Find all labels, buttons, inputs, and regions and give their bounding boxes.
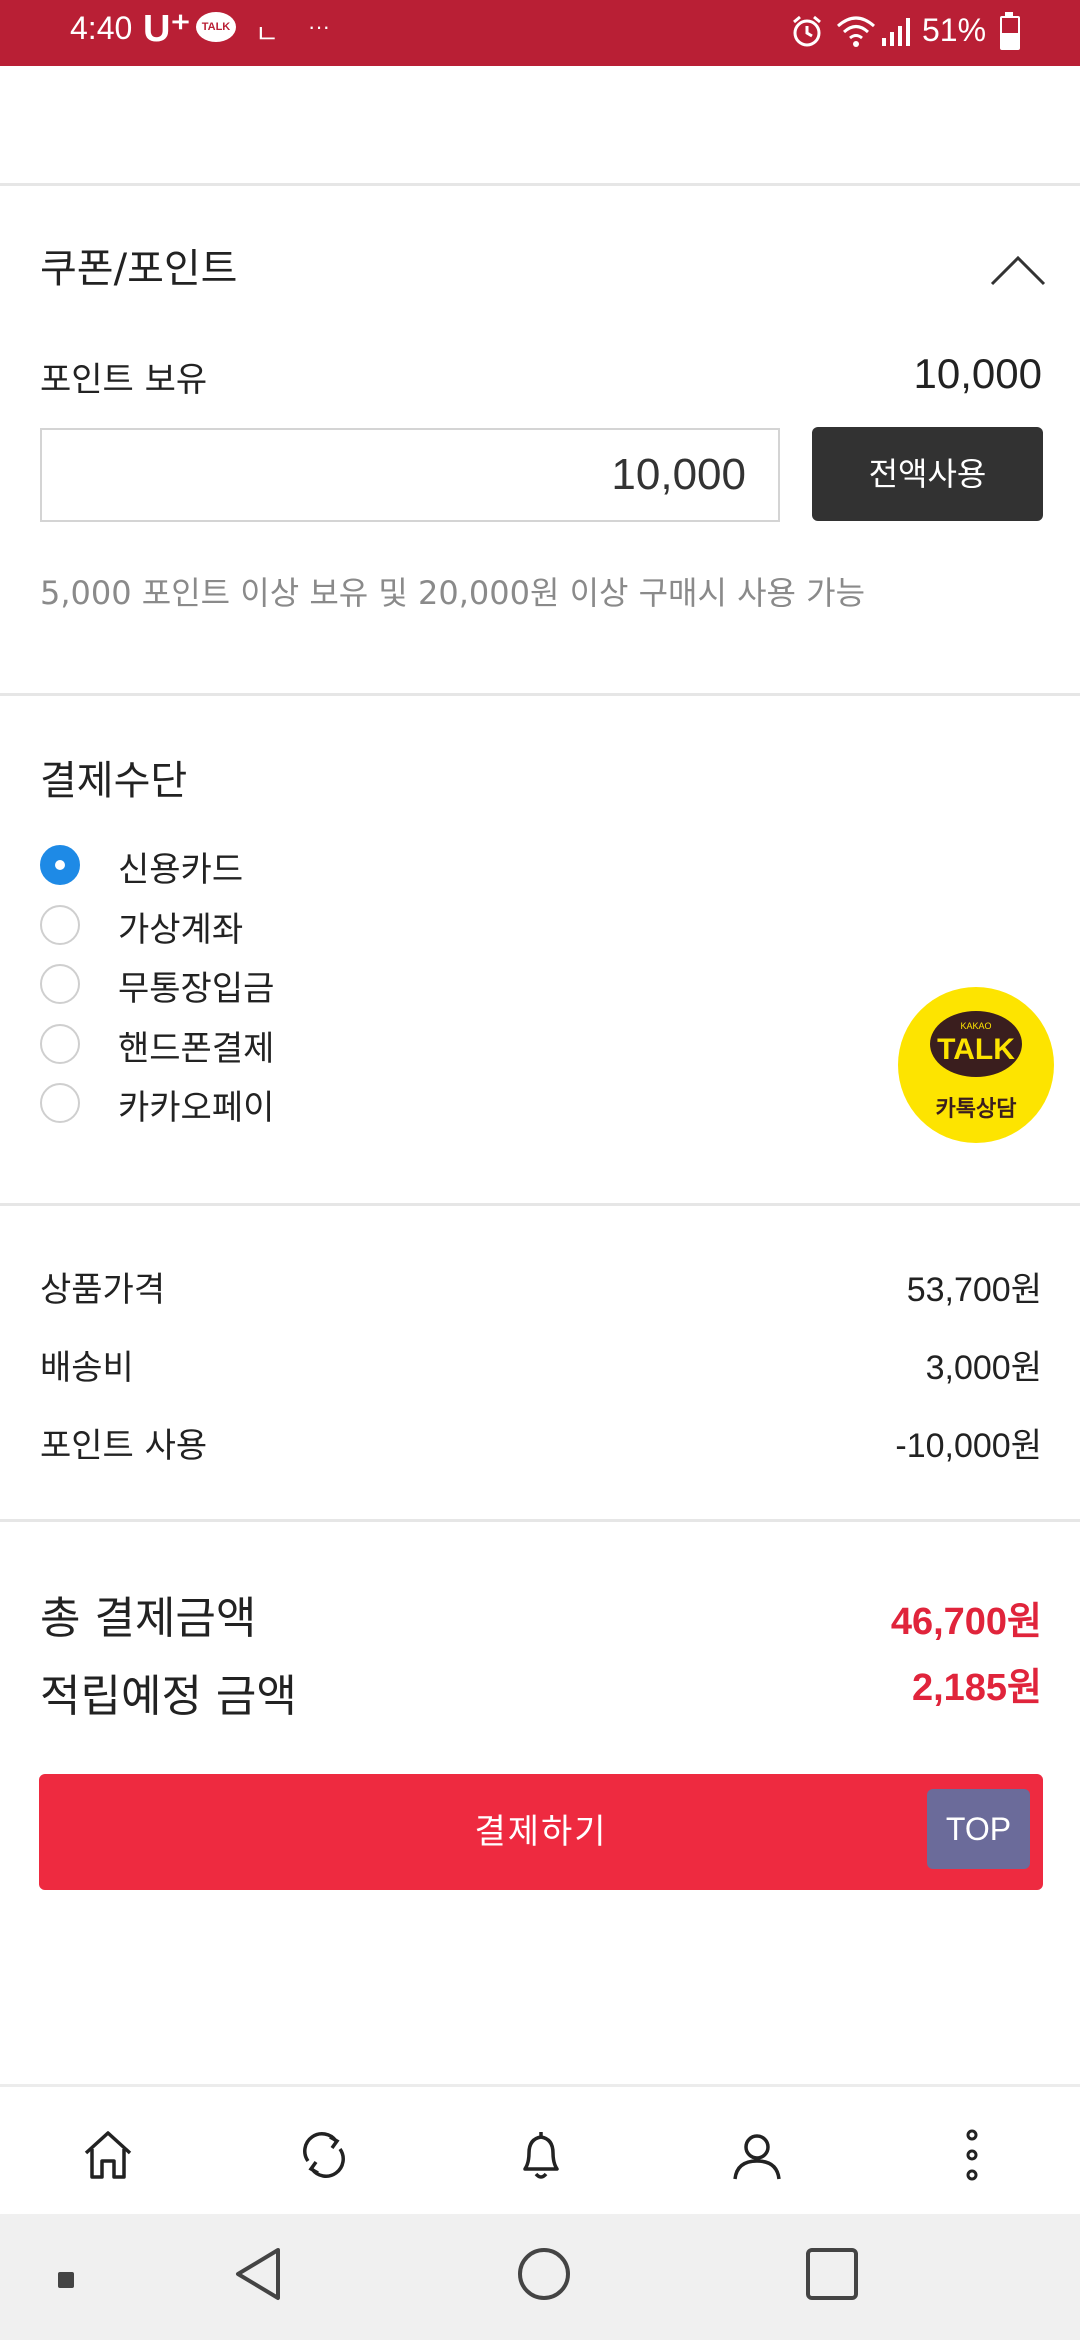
total-payment-value: 46,700원 <box>890 1601 1042 1643</box>
radio-kakaopay[interactable] <box>40 1083 80 1123</box>
payment-option-phone-payment[interactable]: 핸드폰결제 <box>118 1021 274 1070</box>
home-icon[interactable] <box>80 2127 136 2183</box>
notification-icon: ㄴ <box>255 19 279 49</box>
status-bar: 4:40 U⁺ TALK ㄴ ··· 51% <box>0 0 1080 66</box>
talk-notification-icon: TALK <box>196 12 236 42</box>
section-divider <box>0 693 1080 696</box>
recent-dot-icon[interactable] <box>58 2272 74 2288</box>
point-amount-input[interactable]: 10,000 <box>40 428 780 522</box>
radio-bank-deposit[interactable] <box>40 964 80 1004</box>
pay-button-label: 결제하기 <box>474 1812 608 1852</box>
payment-method-title: 결제수단 <box>40 758 188 804</box>
signal-icon <box>882 18 910 46</box>
total-payment-label: 총 결제금액 <box>40 1593 257 1644</box>
bell-icon[interactable] <box>513 2127 569 2183</box>
radio-phone-payment[interactable] <box>40 1024 80 1064</box>
battery-icon <box>1000 12 1020 50</box>
radio-virtual-account[interactable] <box>40 905 80 945</box>
more-notifications-icon: ··· <box>308 14 330 39</box>
carrier-label: U⁺ <box>143 8 191 50</box>
system-navigation-bar <box>0 2214 1080 2340</box>
shipping-fee-value: 3,000원 <box>925 1349 1042 1387</box>
shipping-fee-label: 배송비 <box>40 1348 134 1388</box>
wifi-icon <box>837 16 875 47</box>
alarm-icon <box>793 15 821 47</box>
battery-percent: 51% <box>922 12 987 48</box>
kakao-talk-label: 카톡상담 <box>935 1097 1017 1122</box>
home-button-icon[interactable] <box>516 2246 572 2302</box>
reward-points-value: 2,185원 <box>911 1667 1042 1709</box>
kakao-talk-chat-button[interactable]: KAKAO TALK 카톡상담 <box>898 987 1054 1143</box>
user-icon[interactable] <box>729 2127 785 2183</box>
product-price-label: 상품가격 <box>40 1270 166 1310</box>
coupon-section-title: 쿠폰/포인트 <box>40 246 238 292</box>
payment-option-kakaopay[interactable]: 카카오페이 <box>118 1080 274 1129</box>
point-usage-label: 포인트 사용 <box>40 1426 208 1466</box>
pay-button[interactable]: 결제하기 <box>39 1774 1043 1890</box>
section-divider <box>0 183 1080 186</box>
payment-option-credit-card[interactable]: 신용카드 <box>118 842 243 891</box>
payment-option-virtual-account[interactable]: 가상계좌 <box>118 902 243 951</box>
radio-credit-card[interactable] <box>40 845 80 885</box>
back-icon[interactable] <box>230 2244 286 2304</box>
point-usage-notice: 5,000 포인트 이상 보유 및 20,000원 이상 구매시 사용 가능 <box>40 574 866 612</box>
points-held-label: 포인트 보유 <box>40 360 208 400</box>
point-usage-value: -10,000원 <box>895 1427 1042 1465</box>
chevron-up-icon[interactable] <box>990 250 1046 290</box>
kakao-talk-icon: KAKAO TALK <box>930 1011 1022 1077</box>
overview-icon[interactable] <box>804 2246 860 2302</box>
section-divider <box>0 1519 1080 1522</box>
scroll-top-button[interactable]: TOP <box>927 1789 1030 1869</box>
section-divider <box>0 1203 1080 1206</box>
refresh-icon[interactable] <box>296 2127 352 2183</box>
points-held-value: 10,000 <box>913 350 1042 397</box>
status-time: 4:40 <box>70 10 133 46</box>
use-all-points-button[interactable]: 전액사용 <box>812 427 1043 521</box>
reward-points-label: 적립예정 금액 <box>40 1671 297 1722</box>
payment-option-bank-deposit[interactable]: 무통장입금 <box>118 961 274 1010</box>
more-icon[interactable] <box>944 2127 1000 2183</box>
bottom-navigation <box>0 2084 1080 2217</box>
product-price-value: 53,700원 <box>906 1271 1042 1309</box>
